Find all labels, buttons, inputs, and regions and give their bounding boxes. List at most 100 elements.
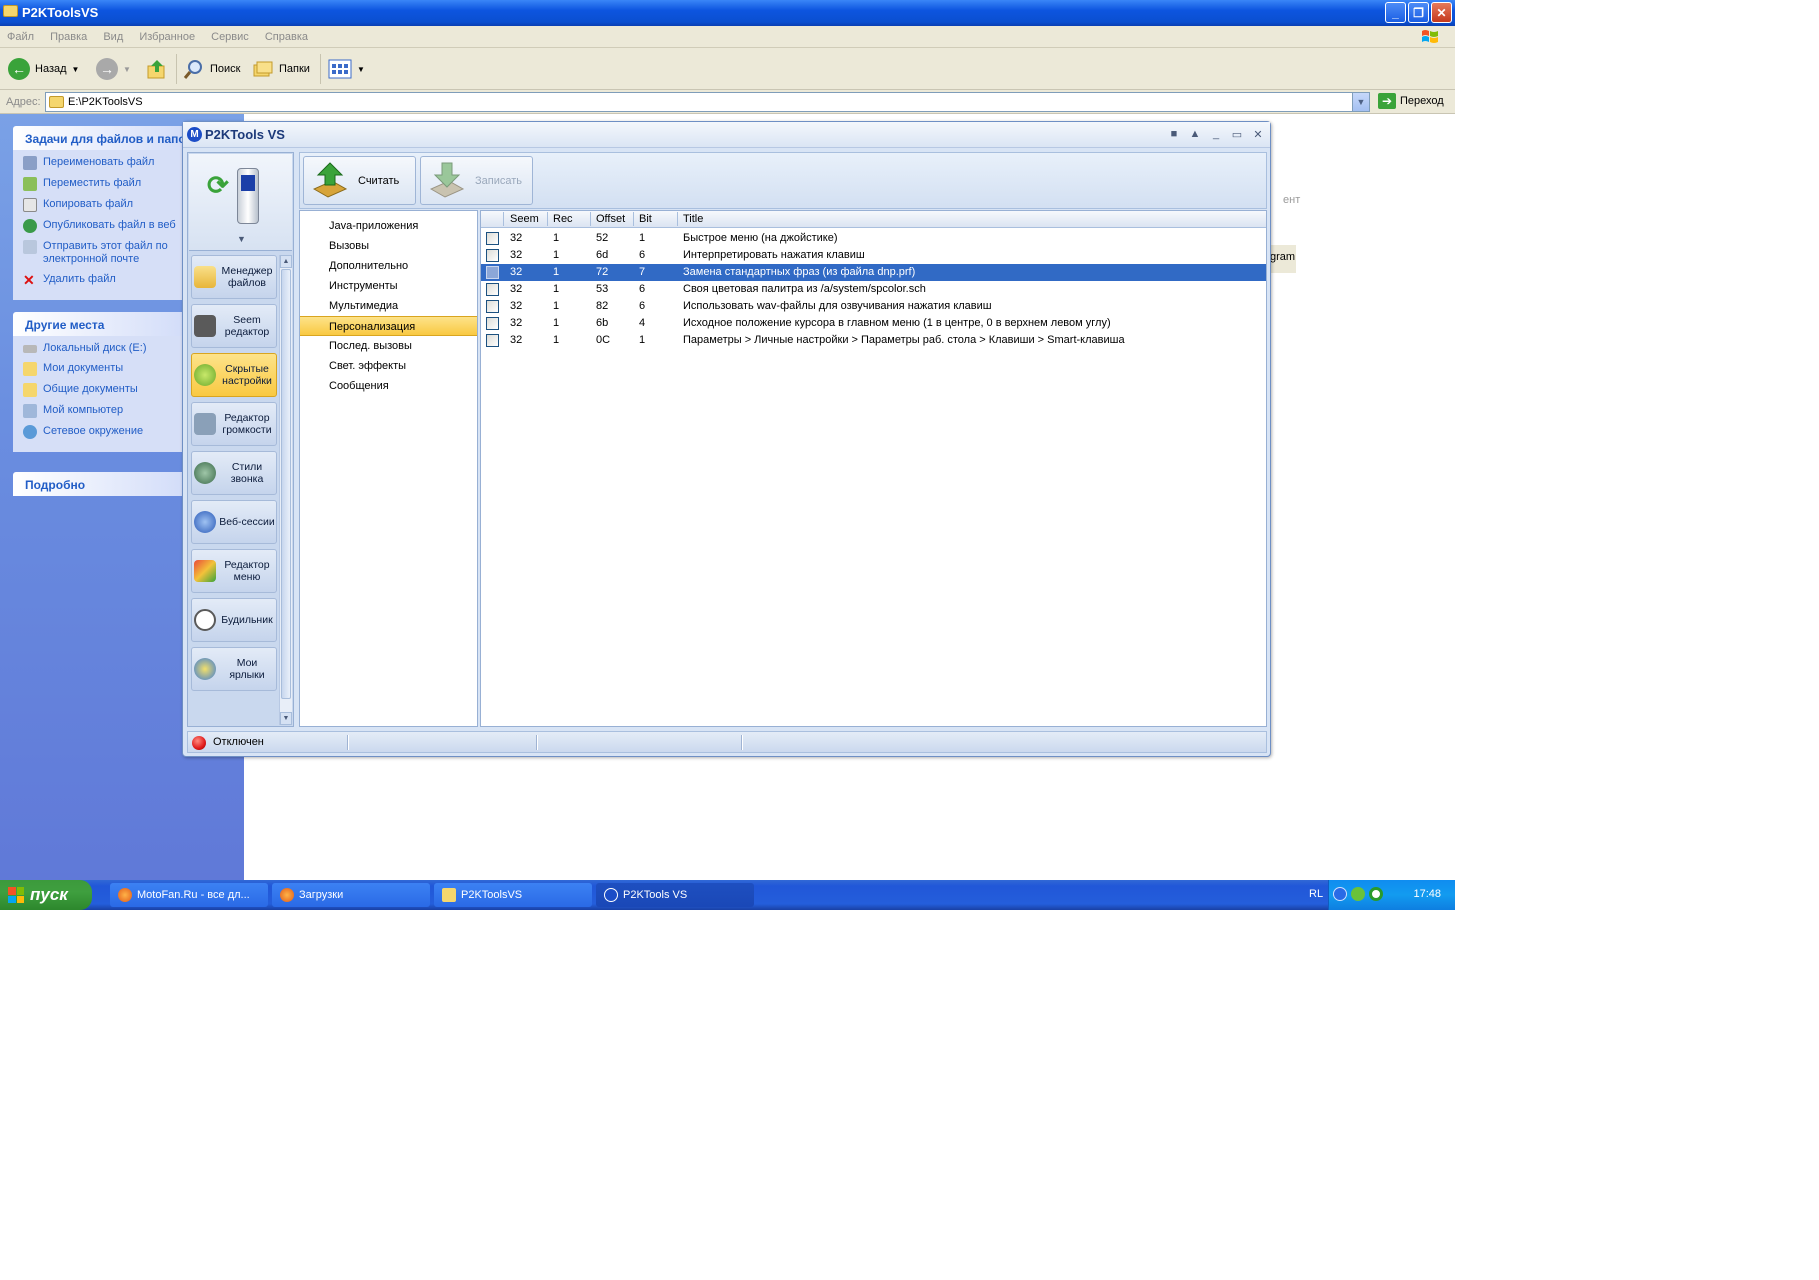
maximize-button[interactable]: ❐ (1408, 2, 1429, 23)
category-additional[interactable]: Дополнительно (300, 256, 477, 276)
close-button[interactable]: ✕ (1431, 2, 1452, 23)
menu-file[interactable]: Файл (0, 26, 40, 43)
table-row-selected[interactable]: 32 1 72 7 Замена стандартных фраз (из фа… (481, 264, 1266, 281)
address-bar: Адрес: E:\P2KToolsVS ▼ ➔ Переход (0, 90, 1455, 114)
folders-button[interactable]: Папки (252, 54, 310, 84)
chevron-down-icon: ▼ (357, 64, 365, 74)
menu-favorites[interactable]: Избранное (132, 26, 201, 43)
table-row[interactable]: 32 1 53 6 Своя цветовая палитра из /a/sy… (481, 281, 1266, 298)
p2ktools-title: P2KTools VS (205, 127, 285, 142)
back-button[interactable]: ← Назад ▼ (8, 54, 79, 84)
nav-web-sessions[interactable]: Веб-сессии (191, 500, 277, 544)
table-row[interactable]: 32 1 52 1 Быстрое меню (на джойстике) (481, 230, 1266, 247)
minimize-button[interactable]: _ (1385, 2, 1406, 23)
column-offset[interactable]: Offset (596, 213, 625, 225)
phone-connection-panel[interactable]: ⟳ ▼ (189, 154, 292, 251)
cell-rec: 1 (553, 249, 560, 261)
nav-menu-editor[interactable]: Редактор меню (191, 549, 277, 593)
table-row[interactable]: 32 1 0C 1 Параметры > Личные настройки >… (481, 332, 1266, 349)
column-bit[interactable]: Bit (639, 213, 652, 225)
rollup-icon[interactable]: ▲ (1189, 128, 1201, 141)
column-title[interactable]: Title (683, 213, 703, 225)
nav-ring-styles[interactable]: Стили звонка (191, 451, 277, 495)
category-java[interactable]: Java-приложения (300, 216, 477, 236)
close-button[interactable]: ✕ (1252, 128, 1264, 141)
table-row[interactable]: 32 1 6d 6 Интерпретировать нажатия клави… (481, 247, 1266, 264)
category-tools[interactable]: Инструменты (300, 276, 477, 296)
start-label: пуск (30, 885, 68, 904)
taskbar-item-downloads[interactable]: Загрузки (272, 883, 430, 907)
scroll-up-icon[interactable]: ▲ (280, 255, 292, 268)
go-button[interactable]: ➔ Переход (1378, 93, 1444, 109)
scroll-thumb[interactable] (281, 269, 291, 699)
menu-tools[interactable]: Сервис (204, 26, 255, 43)
row-checkbox[interactable] (486, 300, 499, 313)
firefox-icon (118, 888, 132, 902)
nav-shortcuts[interactable]: Мои ярлыки (191, 647, 277, 691)
nav-file-manager[interactable]: Менеджер файлов (191, 255, 277, 299)
views-button[interactable]: ▼ (328, 54, 365, 84)
category-recent-calls[interactable]: Послед. вызовы (300, 336, 477, 356)
maximize-button[interactable]: ▭ (1231, 128, 1243, 141)
taskbar-item-explorer[interactable]: P2KToolsVS (434, 883, 592, 907)
table-row[interactable]: 32 1 6b 4 Исходное положение курсора в г… (481, 315, 1266, 332)
tray-app-icon[interactable] (1351, 887, 1365, 901)
nav-seem-editor[interactable]: Seem редактор (191, 304, 277, 348)
clock[interactable]: 17:48 (1413, 888, 1441, 900)
nav-scrollbar[interactable]: ▲ ▼ (279, 255, 292, 725)
taskbar-item-label: P2KTools VS (623, 889, 688, 901)
write-button[interactable]: Записать (420, 156, 533, 205)
minimize-button[interactable]: _ (1210, 128, 1222, 141)
row-checkbox[interactable] (486, 334, 499, 347)
category-messages[interactable]: Сообщения (300, 376, 477, 396)
taskbar-item-motofan[interactable]: MotoFan.Ru - все дл... (110, 883, 268, 907)
tray-expand-icon[interactable] (1333, 887, 1347, 901)
rename-icon (23, 156, 37, 170)
nav-volume-editor[interactable]: Редактор громкости (191, 402, 277, 446)
scroll-down-icon[interactable]: ▼ (280, 712, 292, 725)
start-button[interactable]: пуск (0, 880, 92, 910)
category-personalization[interactable]: Персонализация (300, 316, 477, 336)
up-folder-button[interactable] (146, 54, 168, 84)
menu-edit[interactable]: Правка (43, 26, 93, 43)
row-checkbox[interactable] (486, 317, 499, 330)
sync-arrows-icon: ⟳ (207, 170, 229, 200)
cell-seem: 32 (510, 317, 523, 329)
menu-icon[interactable]: ■ (1168, 128, 1180, 141)
search-button[interactable]: Поиск (183, 54, 240, 84)
row-checkbox[interactable] (486, 249, 499, 262)
cell-offset: 6d (596, 249, 609, 261)
explorer-titlebar[interactable]: P2KToolsVS _ ❐ ✕ (0, 0, 1455, 26)
forward-button[interactable]: → ▼ (96, 54, 131, 84)
module-nav: ⟳ ▼ Менеджер файлов Seem редактор Скрыты… (187, 152, 294, 727)
column-rec[interactable]: Rec (553, 213, 573, 225)
cell-title: Параметры > Личные настройки > Параметры… (683, 334, 1125, 346)
chevron-down-icon: ▼ (71, 64, 80, 74)
read-button[interactable]: Считать (303, 156, 416, 205)
tray-status-icon[interactable] (1369, 887, 1383, 901)
table-row[interactable]: 32 1 82 6 Использовать wav-файлы для озв… (481, 298, 1266, 315)
menu-help[interactable]: Справка (258, 26, 314, 43)
row-checkbox[interactable] (486, 266, 499, 279)
address-input[interactable]: E:\P2KToolsVS ▼ (45, 92, 1370, 112)
category-light-effects[interactable]: Свет. эффекты (300, 356, 477, 376)
language-indicator[interactable]: RL (1309, 888, 1323, 900)
place-label: Сетевое окружение (43, 425, 144, 437)
address-dropdown-button[interactable]: ▼ (1352, 93, 1369, 111)
category-calls[interactable]: Вызовы (300, 236, 477, 256)
nav-hidden-settings[interactable]: Скрытые настройки (191, 353, 277, 397)
menu-view[interactable]: Вид (96, 26, 129, 43)
row-checkbox[interactable] (486, 283, 499, 296)
taskbar-item-p2ktools[interactable]: P2KTools VS (596, 883, 754, 907)
row-checkbox[interactable] (486, 232, 499, 245)
content-fragment: ент (1283, 194, 1301, 206)
nav-alarm-clock[interactable]: Будильник (191, 598, 277, 642)
grid-header: Seem Rec Offset Bit Title (481, 211, 1266, 228)
column-seem[interactable]: Seem (510, 213, 539, 225)
nav-label: Веб-сессии (219, 516, 275, 528)
cell-offset: 6b (596, 317, 609, 329)
address-value: E:\P2KToolsVS (68, 96, 143, 108)
category-multimedia[interactable]: Мультимедиа (300, 296, 477, 316)
p2ktools-titlebar[interactable]: M P2KTools VS ■ ▲ _ ▭ ✕ (183, 122, 1270, 148)
write-arrow-icon (429, 162, 465, 198)
